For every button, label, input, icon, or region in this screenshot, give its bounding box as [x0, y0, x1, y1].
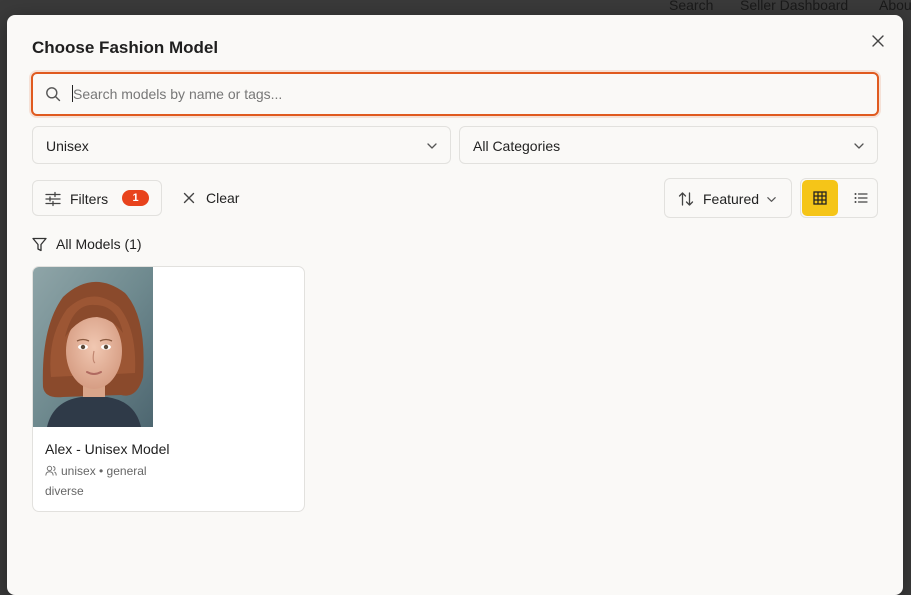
model-name: Alex - Unisex Model — [45, 441, 170, 457]
search-box[interactable] — [31, 72, 879, 116]
view-mode-toggle — [800, 178, 878, 218]
section-title: All Models (1) — [56, 236, 142, 252]
model-meta-text: unisex • general — [61, 464, 147, 478]
filters-button[interactable]: Filters 1 — [32, 180, 162, 216]
filter-count-badge: 1 — [122, 190, 149, 206]
search-icon — [46, 87, 61, 102]
users-icon — [45, 465, 57, 476]
close-button[interactable] — [869, 32, 887, 50]
model-photo — [33, 267, 153, 427]
sort-dropdown[interactable]: Featured — [664, 178, 792, 218]
grid-icon — [813, 191, 827, 205]
chevron-down-icon — [427, 143, 437, 149]
grid-view-button[interactable] — [802, 180, 838, 216]
close-icon — [183, 192, 195, 204]
sort-arrows-icon — [678, 192, 694, 206]
search-input[interactable] — [71, 80, 865, 108]
model-card[interactable]: Alex - Unisex Model unisex • general div… — [32, 266, 305, 512]
sliders-icon — [45, 191, 61, 207]
category-select[interactable]: All Categories — [459, 126, 878, 164]
background-nav-about: Abou — [879, 0, 911, 13]
background-nav-seller-dashboard: Seller Dashboard — [740, 0, 849, 13]
model-tag: diverse — [45, 484, 84, 498]
choose-model-modal: Choose Fashion Model Unisex All Categori… — [7, 15, 903, 595]
gender-select-value: Unisex — [46, 138, 89, 154]
sort-label: Featured — [703, 191, 760, 207]
list-icon — [854, 193, 868, 203]
clear-label: Clear — [206, 190, 240, 206]
chevron-down-icon — [767, 197, 776, 202]
list-view-button[interactable] — [845, 180, 877, 216]
close-icon — [872, 35, 884, 47]
filters-label: Filters — [70, 191, 109, 207]
background-nav: Search Seller Dashboard Abou — [0, 0, 911, 14]
background-nav-search: Search — [669, 0, 714, 13]
category-select-value: All Categories — [473, 138, 561, 154]
text-caret — [72, 85, 73, 102]
modal-title: Choose Fashion Model — [32, 38, 219, 57]
clear-filters-button[interactable]: Clear — [175, 180, 255, 216]
gender-select[interactable]: Unisex — [32, 126, 451, 164]
chevron-down-icon — [854, 143, 864, 149]
filter-funnel-icon — [32, 237, 47, 252]
